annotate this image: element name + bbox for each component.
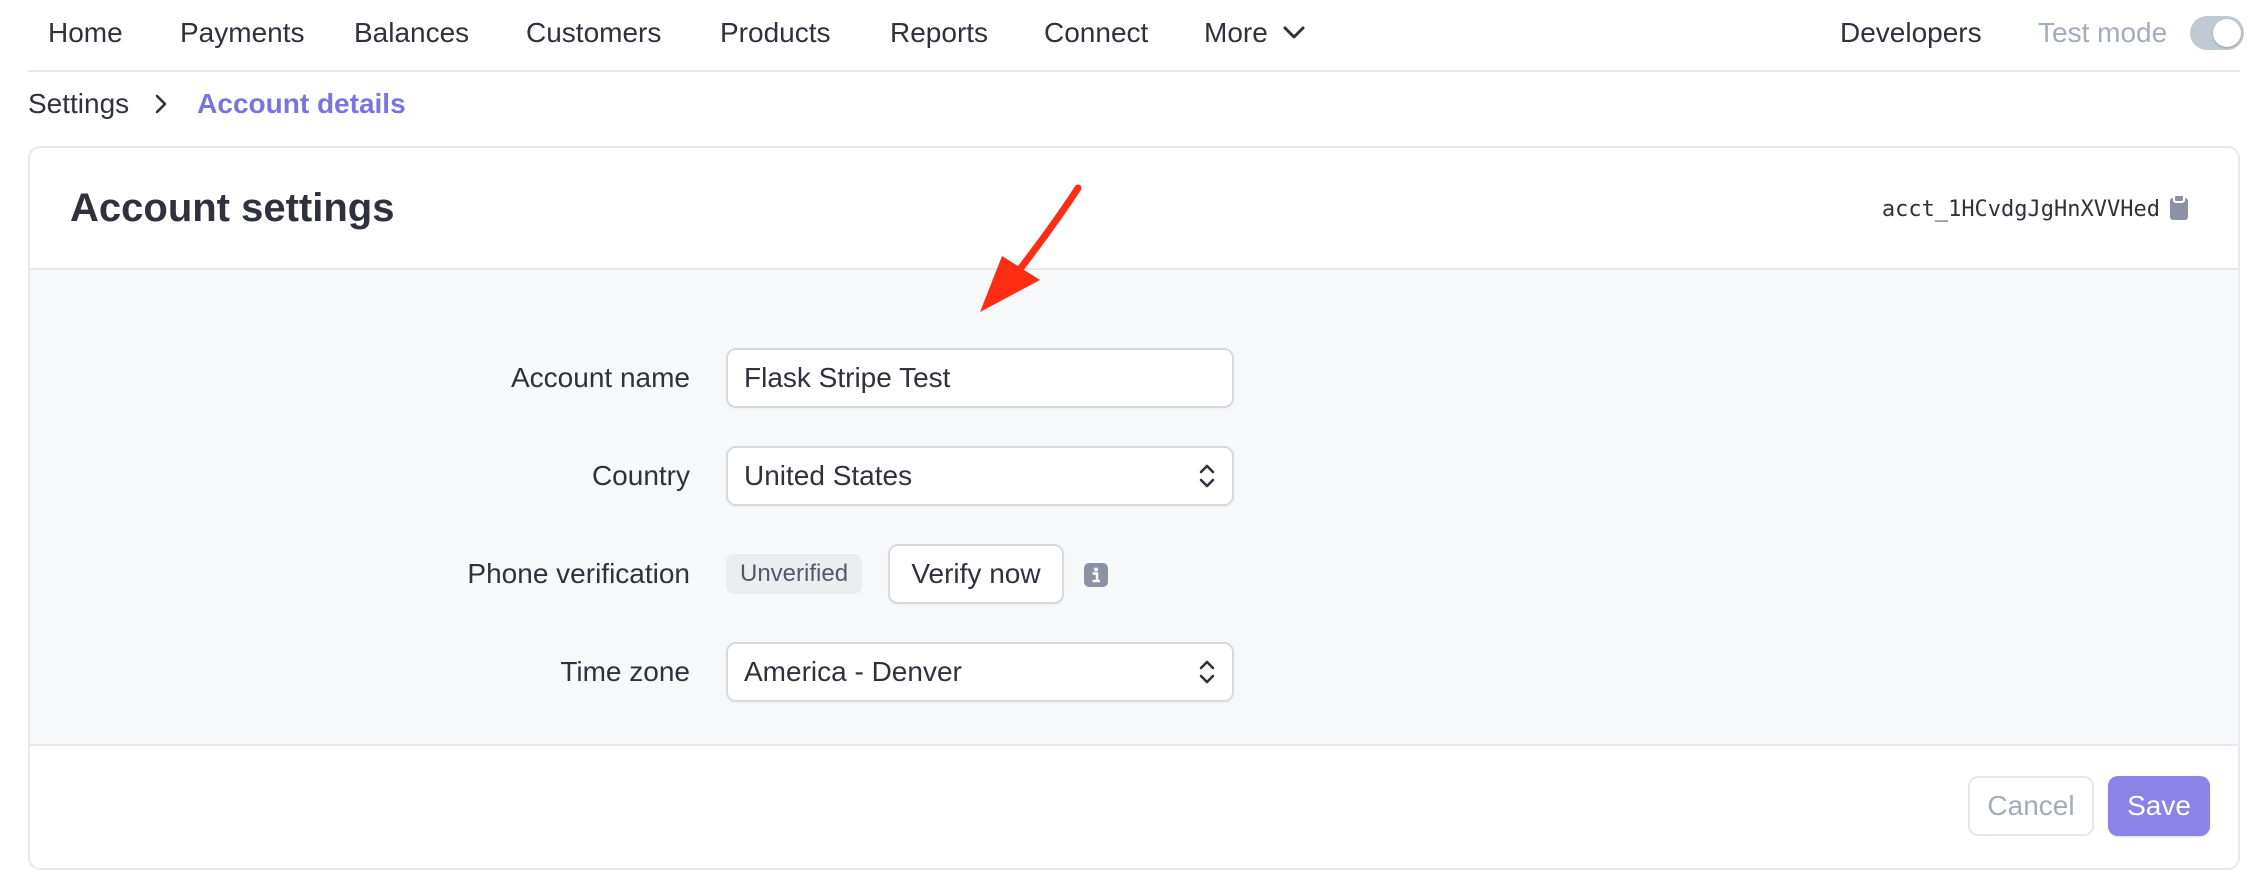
test-mode-label: Test mode — [2038, 17, 2168, 48]
country-label: Country — [591, 460, 690, 491]
chevron-down-icon — [1283, 26, 1305, 39]
breadcrumb-account-details[interactable]: Account details — [197, 86, 405, 122]
verify-now-button[interactable]: Verify now — [888, 544, 1064, 604]
nav-more[interactable]: More — [1204, 15, 1306, 51]
time-zone-value: America - Denver — [744, 656, 962, 687]
country-select[interactable]: United States — [726, 446, 1234, 506]
breadcrumb-settings[interactable]: Settings — [28, 86, 129, 122]
info-icon[interactable] — [1084, 563, 1108, 587]
time-zone-row: Time zone America - Denver — [30, 642, 2238, 702]
nav-customers[interactable]: Customers — [526, 15, 661, 51]
time-zone-label: Time zone — [560, 656, 690, 687]
card-footer: Cancel Save — [30, 744, 2238, 868]
nav-balances[interactable]: Balances — [354, 15, 469, 51]
account-settings-card: Account settings acct_1HCvdgJgHnXVVHed A… — [28, 146, 2240, 870]
breadcrumb: Settings Account details — [28, 86, 406, 122]
status-badge: Unverified — [726, 554, 863, 594]
top-nav: Home Payments Balances Customers Product… — [28, 0, 2240, 72]
country-row: Country United States — [30, 446, 2238, 506]
cancel-button[interactable]: Cancel — [1968, 776, 2094, 836]
nav-connect[interactable]: Connect — [1044, 15, 1148, 51]
settings-form: Account name Country United States Phone… — [30, 270, 2238, 744]
chevron-right-icon — [153, 92, 169, 116]
account-id: acct_1HCvdgJgHnXVVHed — [1881, 197, 2160, 222]
account-name-row: Account name — [30, 348, 2238, 408]
phone-verification-row: Phone verification Unverified Verify now — [30, 544, 2238, 604]
page-title: Account settings — [70, 186, 395, 230]
account-name-label: Account name — [511, 362, 690, 393]
chevron-up-down-icon — [1199, 464, 1215, 488]
nav-home[interactable]: Home — [48, 15, 123, 51]
nav-products[interactable]: Products — [720, 15, 831, 51]
country-value: United States — [744, 460, 913, 491]
nav-developers[interactable]: Developers — [1840, 15, 1982, 51]
test-mode-toggle[interactable] — [2190, 16, 2244, 50]
save-button[interactable]: Save — [2108, 776, 2210, 836]
nav-payments[interactable]: Payments — [180, 15, 305, 51]
nav-more-label: More — [1204, 17, 1268, 48]
phone-verification-label: Phone verification — [467, 558, 690, 589]
time-zone-select[interactable]: America - Denver — [726, 642, 1234, 702]
toggle-knob — [2213, 19, 2241, 47]
account-name-input[interactable] — [726, 348, 1234, 408]
clipboard-icon[interactable] — [2168, 194, 2190, 222]
nav-reports[interactable]: Reports — [890, 15, 988, 51]
chevron-up-down-icon — [1199, 660, 1215, 684]
card-header: Account settings acct_1HCvdgJgHnXVVHed — [30, 148, 2238, 270]
